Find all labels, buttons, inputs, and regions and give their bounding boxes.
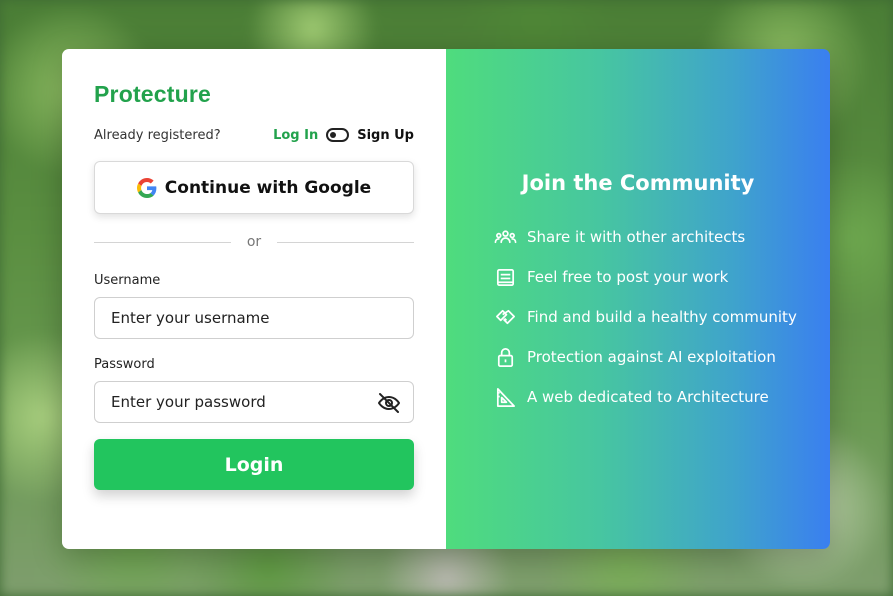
already-registered-text: Already registered?: [94, 127, 221, 143]
username-label: Username: [94, 273, 161, 288]
login-mode-link[interactable]: Log In: [273, 128, 318, 143]
or-divider: or: [94, 233, 415, 251]
community-panel: Join the Community Share it with other a…: [446, 49, 830, 549]
divider-text: or: [246, 234, 262, 250]
document-icon: [494, 266, 517, 289]
password-input[interactable]: [111, 393, 397, 411]
feature-text: A web dedicated to Architecture: [527, 388, 769, 406]
auth-card: Protecture Already registered? Log In Si…: [62, 49, 830, 549]
divider-line-left: [94, 241, 231, 243]
feature-item: Share it with other architects: [494, 217, 797, 257]
signup-mode-link[interactable]: Sign Up: [357, 128, 414, 143]
set-square-icon: [494, 386, 517, 409]
toggle-knob: [330, 132, 337, 138]
auth-mode-toggle[interactable]: [326, 128, 350, 142]
community-title: Join the Community: [521, 171, 755, 195]
google-button-label: Continue with Google: [164, 177, 372, 198]
divider-line-right: [277, 241, 415, 243]
feature-item: A web dedicated to Architecture: [494, 377, 797, 417]
handshake-icon: [494, 306, 517, 329]
feature-item: Protection against AI exploitation: [494, 337, 797, 377]
feature-text: Feel free to post your work: [527, 268, 729, 286]
username-field-wrapper: [94, 297, 414, 339]
auth-switch-row: Already registered? Log In Sign Up: [94, 125, 414, 145]
feature-item: Feel free to post your work: [494, 257, 797, 297]
login-button[interactable]: Login: [94, 439, 414, 490]
feature-text: Share it with other architects: [527, 228, 746, 246]
feature-text: Protection against AI exploitation: [527, 348, 776, 366]
continue-with-google-button[interactable]: Continue with Google: [94, 161, 414, 214]
auth-mode-switch: Log In Sign Up: [273, 128, 414, 143]
eye-off-icon[interactable]: [377, 391, 401, 415]
users-icon: [494, 226, 517, 249]
password-field-wrapper: [94, 381, 414, 423]
brand-logo: Protecture: [94, 81, 212, 107]
login-panel: Protecture Already registered? Log In Si…: [62, 49, 446, 549]
username-input[interactable]: [111, 309, 397, 327]
feature-text: Find and build a healthy community: [527, 308, 797, 326]
password-label: Password: [94, 357, 155, 372]
feature-list: Share it with other architects Feel free…: [494, 217, 797, 417]
google-icon: [136, 177, 157, 198]
feature-item: Find and build a healthy community: [494, 297, 797, 337]
lock-icon: [494, 346, 517, 369]
